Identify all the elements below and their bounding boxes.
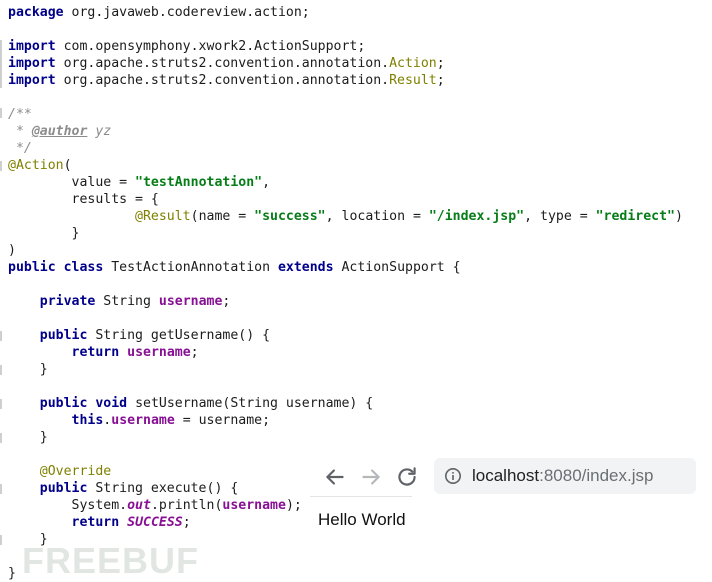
code-line-setter-body: this.username = username;	[71, 413, 271, 428]
code-line-result: @Result(name = "success", location = "/i…	[135, 209, 683, 224]
back-arrow-icon[interactable]	[322, 464, 348, 490]
code-line-package: package org.javaweb.codereview.action;	[8, 5, 310, 20]
code-line-doc-close: */	[8, 141, 32, 156]
url-text[interactable]: localhost:8080/index.jsp	[472, 466, 653, 486]
code-line-execute-return: return SUCCESS;	[71, 515, 191, 530]
code-line-doc-open: /**	[8, 107, 32, 122]
code-line-getter-sig: public String getUsername() {	[39, 328, 271, 343]
forward-arrow-icon[interactable]	[358, 464, 384, 490]
gutter-fold-marker	[0, 331, 2, 341]
code-line-import-2: import org.apache.struts2.convention.ann…	[8, 56, 445, 71]
code-line-field: private String username;	[39, 294, 231, 309]
code-line-override: @Override	[39, 464, 112, 479]
code-line-println: System.out.println(username);	[71, 498, 302, 513]
code-line-action-annotation: @Action(	[8, 158, 72, 173]
url-host: localhost	[472, 466, 540, 485]
gutter-fold-marker	[0, 535, 2, 545]
code-line-execute-sig: public String execute() {	[39, 481, 239, 496]
code-line-getter-return: return username;	[71, 345, 199, 360]
info-icon[interactable]	[444, 467, 462, 485]
gutter-fold-marker	[0, 365, 2, 375]
code-line-results-open: results = {	[8, 192, 159, 207]
code-line-getter-close: }	[39, 362, 48, 377]
code-line-doc-author: * @author yz	[8, 124, 112, 139]
gutter-fold-marker	[0, 484, 2, 494]
address-bar[interactable]: localhost:8080/index.jsp	[434, 458, 696, 494]
code-line-import-1: import com.opensymphony.xwork2.ActionSup…	[8, 39, 366, 54]
code-line-setter-close: }	[39, 430, 48, 445]
page-content-text: Hello World	[318, 510, 406, 529]
gutter-fold-marker	[0, 399, 2, 409]
gutter-fold-marker	[0, 433, 2, 443]
code-line-setter-sig: public void setUsername(String username)…	[39, 396, 374, 411]
gutter-fold-marker	[0, 40, 2, 88]
code-line-class-close: }	[8, 566, 16, 581]
code-line-class-decl: public class TestActionAnnotation extend…	[8, 260, 461, 275]
code-line-results-close: }	[8, 226, 80, 241]
code-line-import-3: import org.apache.struts2.convention.ann…	[8, 73, 445, 88]
toolbar-divider	[310, 496, 412, 497]
browser-window: localhost:8080/index.jsp Hello World	[310, 452, 712, 542]
freebuf-watermark: FREEBUF	[22, 540, 199, 581]
code-line-annotation-close: )	[8, 243, 16, 258]
url-port-path: :8080/index.jsp	[539, 466, 654, 485]
gutter-fold-marker	[0, 161, 2, 171]
reload-icon[interactable]	[394, 464, 420, 490]
code-line-value: value = "testAnnotation",	[8, 175, 271, 190]
gutter-fold-marker	[0, 108, 2, 118]
